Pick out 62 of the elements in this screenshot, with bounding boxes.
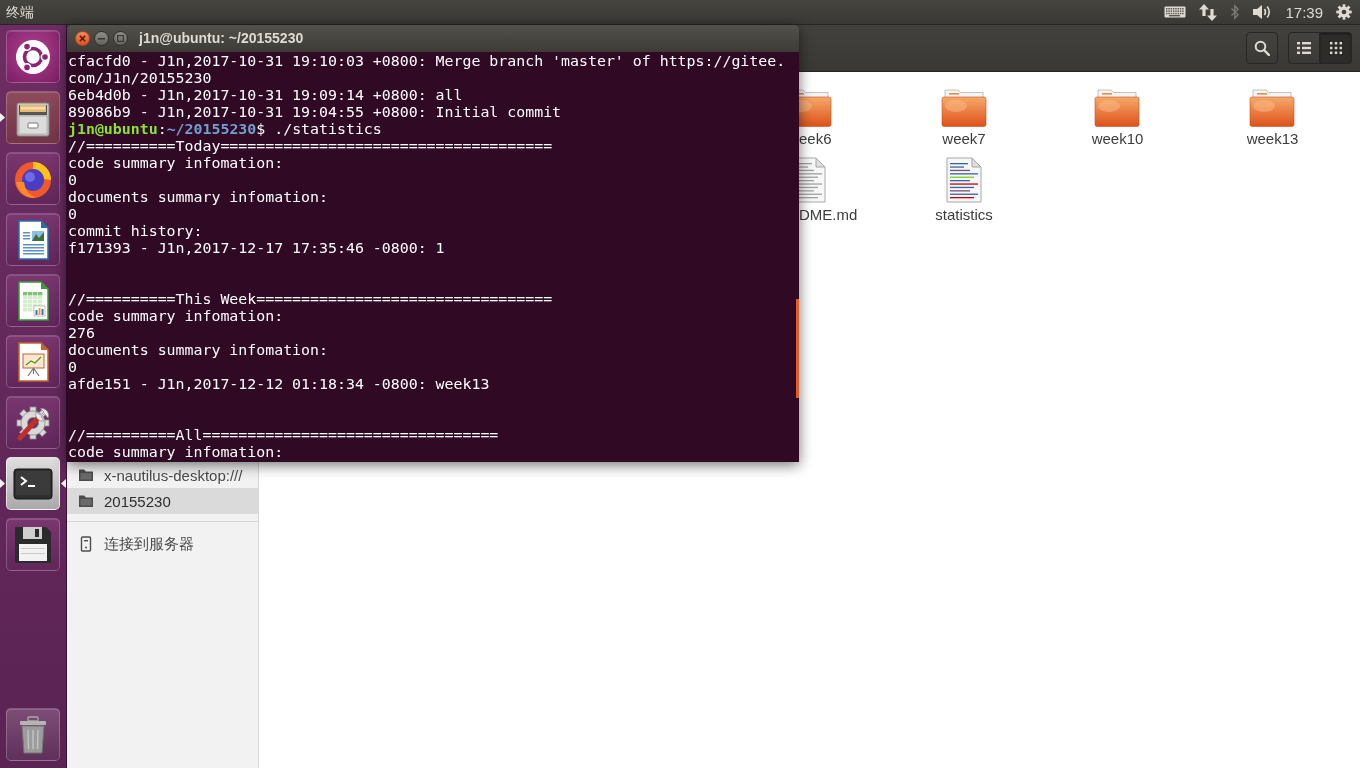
sidebar-item[interactable]: 20155230 xyxy=(67,488,258,514)
terminal-line: 0 xyxy=(68,359,77,376)
app-title: 终端 xyxy=(5,3,34,21)
terminal-line: code summary infomation: xyxy=(68,444,284,461)
close-icon xyxy=(79,35,86,42)
sidebar-item[interactable]: 连接到服务器 xyxy=(67,531,258,557)
list-view-button[interactable] xyxy=(1288,32,1320,64)
list-icon xyxy=(1297,42,1311,54)
server-icon xyxy=(80,536,92,552)
text-file-icon xyxy=(799,157,826,203)
search-icon xyxy=(1254,40,1270,56)
launcher-button[interactable] xyxy=(6,213,60,266)
terminal-line: 0 xyxy=(68,206,77,223)
folder-item[interactable]: week7 xyxy=(941,89,987,148)
terminal-line: //==========All================================= xyxy=(68,427,499,444)
window-title: j1n@ubuntu: ~/20155230 xyxy=(139,30,304,47)
folder-icon xyxy=(1094,89,1141,127)
terminal-line: com/J1n/20155230 xyxy=(68,70,212,87)
launcher-button[interactable] xyxy=(6,30,60,83)
maximize-button[interactable] xyxy=(113,31,128,46)
launcher-button[interactable] xyxy=(6,518,60,571)
scrollbar-thumb[interactable] xyxy=(796,299,799,398)
terminal-line: cfacfd0 - J1n,2017-10-31 19:10:03 +0800: Merge branch 'master' of https://gitee. xyxy=(68,53,786,70)
minimize-button[interactable] xyxy=(94,31,109,46)
terminal-prompt: j1n@ubuntu:~/20155230$ ./statistics xyxy=(68,121,382,138)
folder-icon xyxy=(1249,89,1296,127)
terminal-line: 89086b9 - J1n,2017-10-31 19:04:55 +0800: Initial commit xyxy=(68,104,562,121)
launcher-button[interactable] xyxy=(6,274,60,327)
gear-icon xyxy=(1336,4,1352,20)
launcher-button[interactable] xyxy=(6,335,60,388)
folder-icon xyxy=(78,494,94,508)
file-item[interactable]: statistics xyxy=(935,157,993,224)
terminal-line: commit history: xyxy=(68,223,203,240)
minimize-icon xyxy=(98,37,105,40)
launcher-button[interactable] xyxy=(6,152,60,205)
terminal-line: //==========Today===================================== xyxy=(68,138,553,155)
grid-view-button[interactable] xyxy=(1320,32,1352,64)
sidebar-item[interactable]: x-nautilus-desktop:/// xyxy=(67,462,258,488)
grid-icon xyxy=(1329,42,1342,54)
folder-icon xyxy=(941,89,987,127)
folder-icon xyxy=(78,468,94,482)
folder-item[interactable]: week10 xyxy=(1091,89,1144,148)
search-button[interactable] xyxy=(1246,32,1278,64)
terminal-line: 6eb4d0b - J1n,2017-10-31 19:09:14 +0800: all xyxy=(68,87,463,104)
terminal-line: f171393 - J1n,2017-12-17 17:35:46 -0800: 1 xyxy=(68,240,445,257)
terminal-line: documents summary infomation: xyxy=(68,189,328,206)
terminal-line: //==========This Week================================= xyxy=(68,291,553,308)
terminal-line: 0 xyxy=(68,172,77,189)
terminal-line: code summary infomation: xyxy=(68,155,284,172)
code-file-icon xyxy=(946,157,982,203)
launcher-button[interactable] xyxy=(6,396,60,449)
maximize-icon xyxy=(117,35,124,42)
folder-icon xyxy=(799,89,832,127)
folder-item[interactable]: week13 xyxy=(1246,89,1299,148)
terminal-line: documents summary infomation: xyxy=(68,342,328,359)
close-button[interactable] xyxy=(75,31,90,46)
launcher-button[interactable] xyxy=(6,457,60,510)
terminal-line: code summary infomation: xyxy=(68,308,284,325)
terminal-line: 276 xyxy=(68,325,95,342)
terminal-line: afde151 - J1n,2017-12-12 01:18:34 -0800: week13 xyxy=(68,376,490,393)
launcher-button[interactable] xyxy=(6,91,60,144)
clock: 17:39 xyxy=(1285,3,1323,21)
